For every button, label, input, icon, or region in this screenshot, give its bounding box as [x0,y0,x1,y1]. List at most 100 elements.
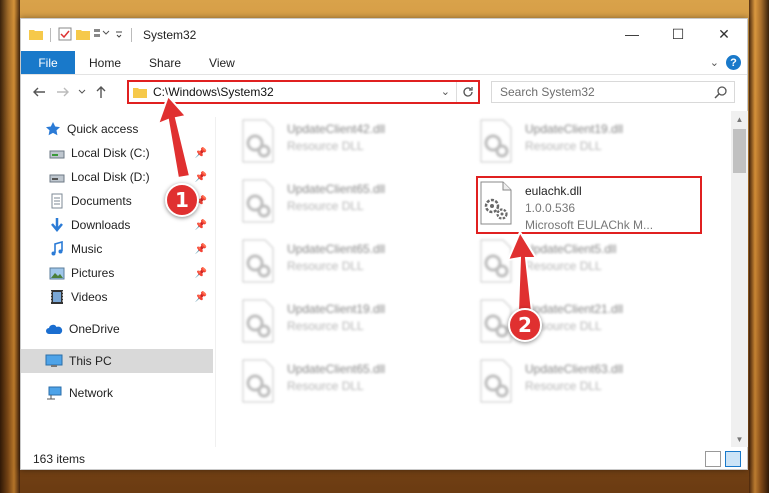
file-name: UpdateClient21.dll [525,302,624,316]
status-bar: 163 items [21,447,747,471]
tab-home[interactable]: Home [75,51,135,74]
pin-icon[interactable]: 📌 [195,268,207,279]
ribbon-tabs: File Home Share View ⌄ ? [21,51,747,75]
network-icon [47,386,62,400]
refresh-button[interactable] [456,82,478,102]
separator [50,28,51,42]
quick-access-toolbar [21,27,135,44]
sidebar-item-label: Local Disk (C:) [71,146,150,160]
refresh-icon [462,87,473,97]
pin-icon[interactable]: 📌 [195,148,207,159]
sidebar-item-label: This PC [69,354,112,368]
search-input[interactable]: Search System32 [491,81,735,103]
sidebar-item-onedrive[interactable]: OneDrive [21,317,213,341]
list-item[interactable]: UpdateClient42.dll Resource DLL [235,119,465,169]
chevron-down-icon[interactable] [114,28,124,42]
address-path: C:\Windows\System32 [153,85,274,99]
list-item[interactable]: UpdateClient65.dll Resource DLL [235,359,465,409]
pin-icon[interactable]: 📌 [195,172,207,183]
sidebar-item-label: Downloads [71,218,131,232]
new-folder-icon[interactable] [76,28,90,43]
search-placeholder: Search System32 [500,85,595,99]
tab-share[interactable]: Share [135,51,195,74]
maximize-button[interactable]: ☐ [655,19,701,49]
download-icon [51,218,63,232]
tab-file[interactable]: File [21,51,75,74]
sidebar-item-network[interactable]: Network [21,381,213,405]
title-bar: System32 — ☐ ✕ [21,19,747,51]
scroll-thumb[interactable] [733,129,746,173]
chevron-down-icon [78,89,86,94]
file-description: Resource DLL [525,379,602,393]
sidebar-item-label: Local Disk (D:) [71,170,150,184]
up-button[interactable] [89,80,113,104]
dll-file-icon [241,299,281,345]
list-item[interactable]: UpdateClient63.dll Resource DLL [473,359,703,409]
folder-icon [29,28,43,43]
back-button[interactable] [27,80,51,104]
forward-button[interactable] [51,80,75,104]
pictures-icon [49,267,65,280]
sidebar-item-pictures[interactable]: Pictures 📌 [21,261,213,285]
sidebar-item-videos[interactable]: Videos 📌 [21,285,213,309]
sidebar-item-label: Pictures [71,266,115,280]
window-controls: — ☐ ✕ [609,19,747,49]
list-item[interactable]: UpdateClient5.dll Resource DLL [473,239,703,289]
folder-icon [133,86,147,98]
item-count: 163 items [33,452,86,466]
file-description: Resource DLL [287,379,364,393]
dll-file-icon [241,119,281,165]
sidebar-item-label: OneDrive [69,322,120,336]
arrow-left-icon [33,87,45,97]
list-item[interactable]: UpdateClient65.dll Resource DLL [235,239,465,289]
customize-icon[interactable] [94,28,110,43]
scroll-up-icon[interactable]: ▲ [731,111,748,127]
chevron-down-icon[interactable]: ⌄ [441,85,450,98]
tab-view[interactable]: View [195,51,249,74]
file-description: Resource DLL [287,199,364,213]
step-badge-2: 2 [508,308,542,342]
file-list: UpdateClient42.dll Resource DLL UpdateCli… [217,111,729,447]
help-button[interactable]: ? [726,55,741,70]
file-name: UpdateClient65.dll [287,182,386,196]
highlight-box [476,176,702,234]
large-icons-view-button[interactable] [725,451,741,467]
file-name: UpdateClient19.dll [287,302,386,316]
file-name: UpdateClient65.dll [287,362,386,376]
navigation-pane: Quick access Local Disk (C:) 📌 Local Dis… [21,117,213,447]
sidebar-item-quick-access[interactable]: Quick access [21,117,213,141]
sidebar-item-label: Documents [71,194,132,208]
minimize-button[interactable]: — [609,19,655,49]
expand-ribbon-chevron-icon[interactable]: ⌄ [710,56,719,69]
file-description: Resource DLL [525,259,602,273]
file-name: UpdateClient63.dll [525,362,624,376]
videos-icon [51,290,63,304]
list-item[interactable]: UpdateClient19.dll Resource DLL [235,299,465,349]
music-icon [51,241,63,256]
pin-icon[interactable]: 📌 [195,244,207,255]
dll-file-icon [479,119,519,165]
pin-icon[interactable]: 📌 [195,292,207,303]
pin-icon[interactable]: 📌 [195,220,207,231]
dll-file-icon [241,359,281,405]
vertical-scrollbar[interactable]: ▲ ▼ [731,111,748,447]
recent-locations-button[interactable] [75,80,89,104]
address-bar[interactable]: C:\Windows\System32 ⌄ [127,80,480,104]
drive-icon [49,150,65,159]
list-item[interactable]: UpdateClient19.dll Resource DLL [473,119,703,169]
view-toggle [705,451,741,467]
sidebar-item-music[interactable]: Music 📌 [21,237,213,261]
sidebar-item-this-pc[interactable]: This PC [21,349,213,373]
sidebar-item-label: Music [71,242,103,256]
sidebar-item-local-disk-c[interactable]: Local Disk (C:) 📌 [21,141,213,165]
scroll-down-icon[interactable]: ▼ [731,431,748,447]
properties-icon[interactable] [58,27,72,44]
separator [131,28,132,42]
close-button[interactable]: ✕ [701,19,747,49]
documents-icon [51,193,63,209]
details-view-button[interactable] [705,451,721,467]
star-icon [46,122,60,136]
file-description: Resource DLL [287,259,364,273]
list-item[interactable]: UpdateClient65.dll Resource DLL [235,179,465,229]
step-badge-1: 1 [165,183,199,217]
